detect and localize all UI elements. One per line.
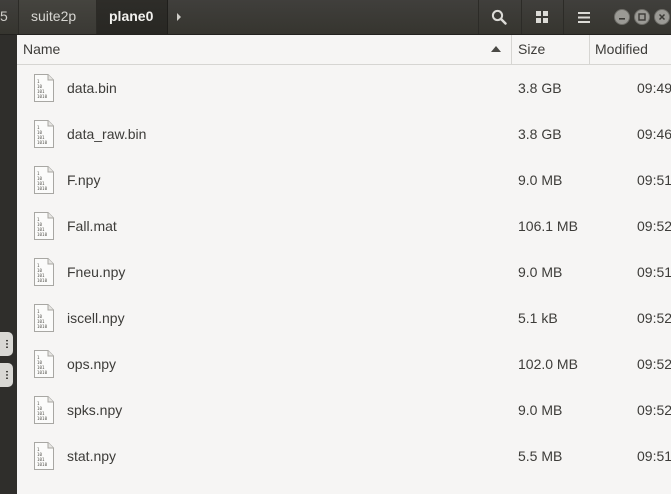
file-size: 106.1 MB [518, 218, 578, 234]
file-modified: 09:52 [637, 218, 671, 234]
svg-text:1010: 1010 [37, 370, 48, 375]
binary-file-icon: 1 10 101 1010 [34, 212, 54, 240]
file-size: 5.5 MB [518, 448, 563, 464]
header-bar: 5 suite2p plane0 [0, 0, 671, 35]
maximize-button[interactable] [634, 9, 650, 25]
file-modified: 09:51 [637, 264, 671, 280]
binary-file-icon: 1 10 101 1010 [34, 74, 54, 102]
column-header-row: Name Size Modified [17, 35, 671, 65]
svg-text:1010: 1010 [37, 232, 48, 237]
file-modified: 09:51 [637, 448, 671, 464]
svg-text:1010: 1010 [37, 140, 48, 145]
breadcrumb-forward-button[interactable] [168, 0, 190, 34]
file-row[interactable]: 1 10 101 1010 spks.npy 9.0 MB 09:52 [17, 387, 671, 433]
breadcrumb-previous[interactable]: 5 [0, 0, 14, 34]
file-row[interactable]: 1 10 101 1010 F.npy 9.0 MB 09:51 [17, 157, 671, 203]
side-handle-button[interactable] [0, 332, 13, 356]
svg-text:1010: 1010 [37, 94, 48, 99]
svg-text:1010: 1010 [37, 186, 48, 191]
file-row[interactable]: 1 10 101 1010 Fall.mat 106.1 MB 09:52 [17, 203, 671, 249]
file-list: 1 10 101 1010 data.bin 3.8 GB 09:49 1 10… [17, 65, 671, 494]
chevron-right-icon [177, 13, 181, 21]
binary-file-icon: 1 10 101 1010 [34, 258, 54, 286]
view-toggle-button[interactable] [521, 0, 561, 34]
close-icon [658, 13, 666, 21]
drag-dots-icon [5, 370, 8, 380]
file-modified: 09:49 [637, 80, 671, 96]
binary-file-icon: 1 10 101 1010 [34, 304, 54, 332]
grid-view-icon [535, 11, 548, 23]
minimize-icon [619, 18, 625, 20]
menu-button[interactable] [563, 0, 603, 34]
file-name: Fall.mat [67, 218, 117, 234]
breadcrumb-suite2p[interactable]: suite2p [18, 0, 96, 34]
file-name: stat.npy [67, 448, 117, 464]
search-icon [491, 9, 507, 25]
svg-text:1010: 1010 [37, 462, 48, 467]
binary-file-icon: 1 10 101 1010 [34, 120, 54, 148]
close-button[interactable] [654, 9, 670, 25]
binary-file-icon: 1 10 101 1010 [34, 442, 54, 470]
file-row[interactable]: 1 10 101 1010 stat.npy 5.5 MB 09:51 [17, 433, 671, 479]
binary-file-icon: 1 10 101 1010 [34, 166, 54, 194]
svg-text:1010: 1010 [37, 416, 48, 421]
file-size: 3.8 GB [518, 80, 562, 96]
file-size: 5.1 kB [518, 310, 558, 326]
file-name: data_raw.bin [67, 126, 147, 142]
file-size: 3.8 GB [518, 126, 562, 142]
hamburger-menu-icon [577, 11, 590, 23]
file-row[interactable]: 1 10 101 1010 data.bin 3.8 GB 09:49 [17, 65, 671, 111]
search-button[interactable] [478, 0, 518, 34]
minimize-button[interactable] [614, 9, 630, 25]
svg-text:1010: 1010 [37, 324, 48, 329]
file-modified: 09:46 [637, 126, 671, 142]
file-name: F.npy [67, 172, 101, 188]
file-name: iscell.npy [67, 310, 125, 326]
file-name: Fneu.npy [67, 264, 126, 280]
file-row[interactable]: 1 10 101 1010 ops.npy 102.0 MB 09:52 [17, 341, 671, 387]
file-name: data.bin [67, 80, 117, 96]
maximize-icon [638, 13, 646, 21]
side-handle-button[interactable] [0, 363, 13, 387]
file-row[interactable]: 1 10 101 1010 data_raw.bin 3.8 GB 09:46 [17, 111, 671, 157]
file-size: 9.0 MB [518, 172, 563, 188]
file-row[interactable]: 1 10 101 1010 Fneu.npy 9.0 MB 09:51 [17, 249, 671, 295]
file-modified: 09:52 [637, 356, 671, 372]
file-size: 9.0 MB [518, 402, 563, 418]
sort-ascending-icon [491, 46, 501, 52]
file-modified: 09:52 [637, 402, 671, 418]
binary-file-icon: 1 10 101 1010 [34, 350, 54, 378]
binary-file-icon: 1 10 101 1010 [34, 396, 54, 424]
svg-text:1010: 1010 [37, 278, 48, 283]
column-header-modified[interactable]: Modified [589, 35, 671, 64]
drag-dots-icon [5, 339, 8, 349]
breadcrumb-plane0[interactable]: plane0 [96, 0, 168, 34]
file-modified: 09:52 [637, 310, 671, 326]
file-size: 102.0 MB [518, 356, 578, 372]
file-name: spks.npy [67, 402, 123, 418]
left-edge-panel [0, 35, 17, 494]
file-row[interactable]: 1 10 101 1010 iscell.npy 5.1 kB 09:52 [17, 295, 671, 341]
file-name: ops.npy [67, 356, 117, 372]
column-header-name[interactable]: Name [17, 35, 511, 64]
file-modified: 09:51 [637, 172, 671, 188]
column-header-size[interactable]: Size [511, 35, 589, 64]
file-size: 9.0 MB [518, 264, 563, 280]
